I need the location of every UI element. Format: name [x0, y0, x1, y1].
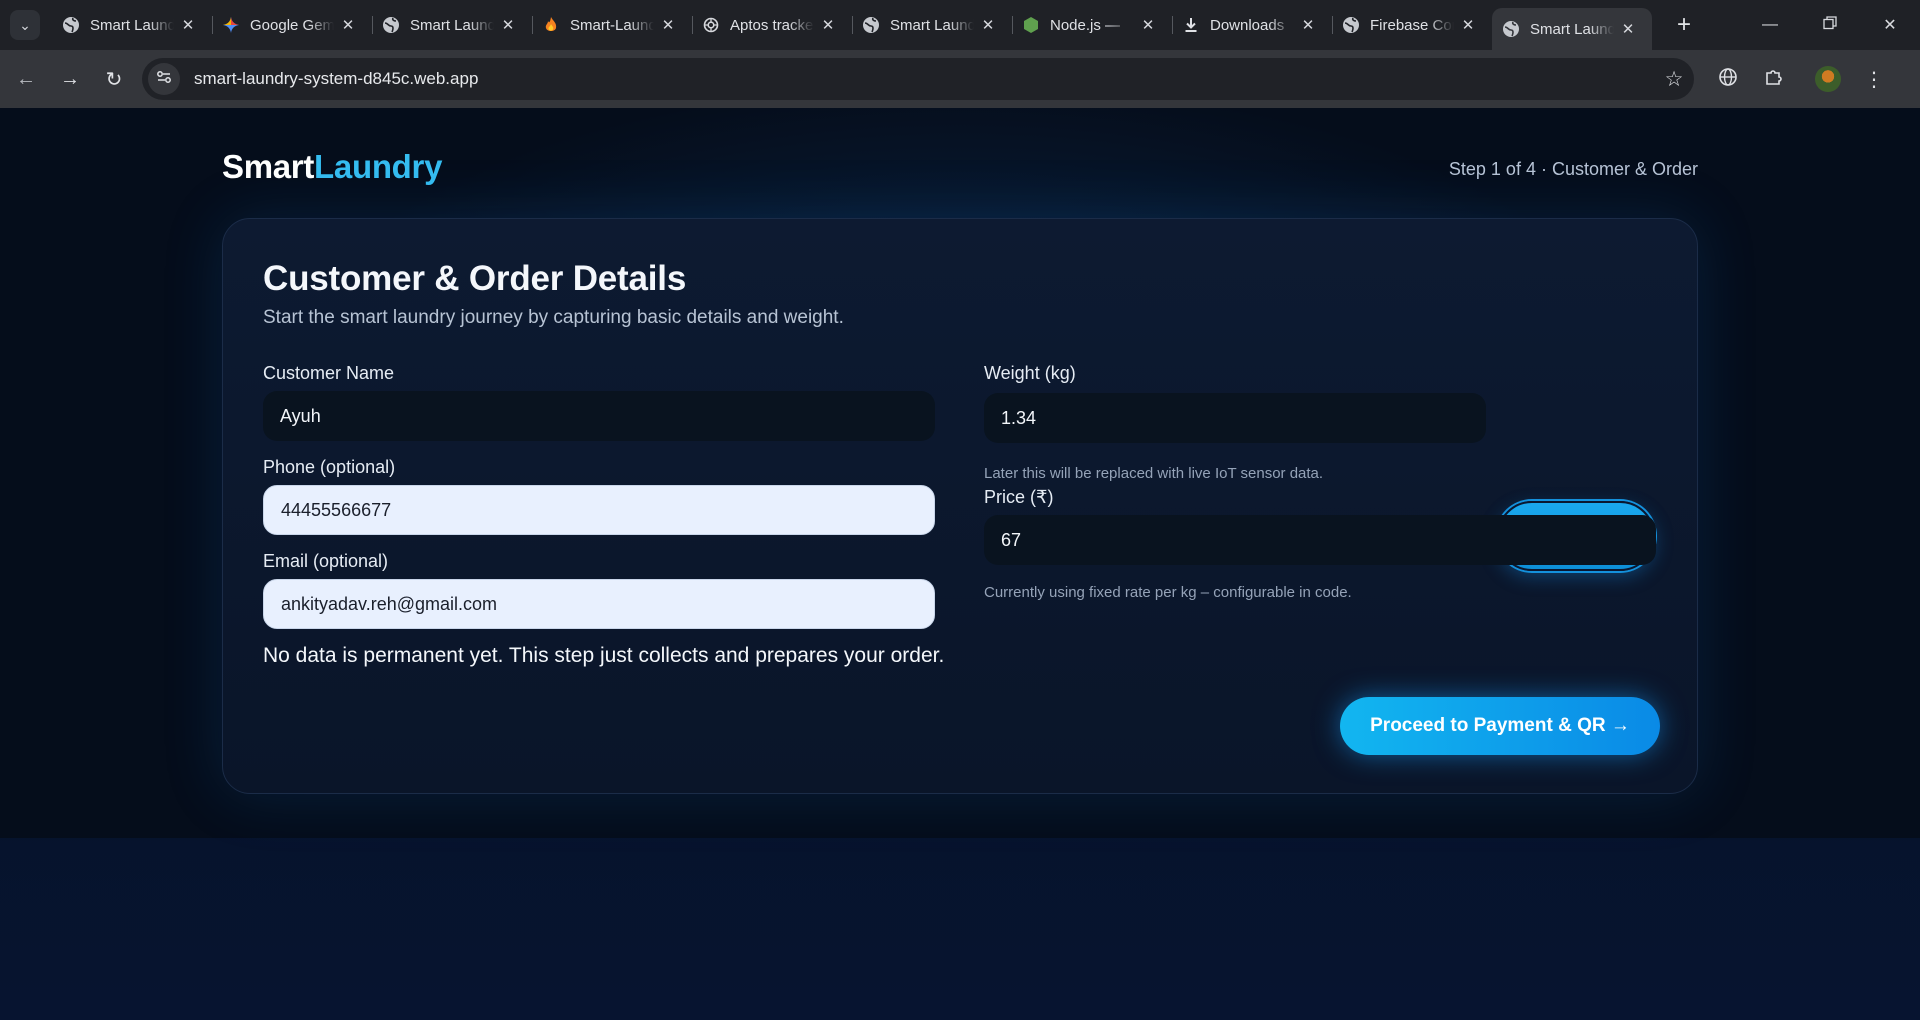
page-subtitle: Start the smart laundry journey by captu… [263, 307, 844, 328]
proceed-to-payment-button[interactable]: Proceed to Payment & QR → [1340, 697, 1660, 755]
download-icon [1182, 16, 1200, 34]
arrow-left-icon: ← [16, 67, 36, 90]
step-indicator: Step 1 of 4 · Customer & Order [1448, 159, 1698, 179]
url-text[interactable]: smart-laundry-system-d845c.web.app [194, 69, 1654, 89]
phone-label: Phone (optional) [263, 457, 396, 477]
restore-button[interactable] [1800, 0, 1860, 50]
close-window-button[interactable]: ✕ [1860, 0, 1920, 50]
kebab-menu-icon: ⋮ [1864, 68, 1884, 91]
globe-icon [862, 16, 880, 34]
info-note: No data is permanent yet. This step just… [263, 644, 945, 667]
close-icon[interactable]: ✕ [338, 16, 358, 34]
window-controls: — ✕ [1740, 0, 1920, 50]
email-input[interactable] [263, 579, 935, 629]
close-icon[interactable]: ✕ [658, 16, 678, 34]
address-bar[interactable]: smart-laundry-system-d845c.web.app ☆ [142, 58, 1694, 100]
price-label: Price (₹) [984, 487, 1054, 507]
tab-title: Smart Laundry [90, 16, 174, 34]
weight-input[interactable] [984, 393, 1486, 443]
puzzle-icon [1764, 67, 1784, 92]
browser-tab[interactable]: Aptos tracker ✕ [692, 0, 852, 50]
bookmark-button[interactable]: ☆ [1654, 67, 1694, 92]
browser-tab[interactable]: Smart Laundry ✕ [52, 0, 212, 50]
close-icon: ✕ [1883, 17, 1897, 34]
profile-button[interactable] [1808, 59, 1848, 99]
tune-icon [156, 69, 172, 90]
tab-title: Google Gemini [250, 16, 334, 34]
close-icon[interactable]: ✕ [818, 16, 838, 34]
close-icon[interactable]: ✕ [978, 16, 998, 34]
globe-icon [62, 16, 80, 34]
extensions-button[interactable] [1754, 59, 1794, 99]
firebase-icon [542, 16, 560, 34]
brand-logo: SmartLaundry [222, 148, 442, 186]
close-icon[interactable]: ✕ [178, 16, 198, 34]
globe-icon [382, 16, 400, 34]
tab-title: Downloads [1210, 16, 1285, 34]
tab-title: Firebase Console [1370, 16, 1454, 34]
close-icon[interactable]: ✕ [1618, 20, 1638, 38]
page-title: Customer & Order Details [263, 259, 687, 298]
gemini-icon [222, 16, 240, 34]
tab-title: Smart-Laundry [570, 16, 654, 34]
reload-icon: ↻ [105, 68, 123, 91]
tab-search-button[interactable]: ⌄ [10, 10, 40, 40]
browser-tab-active[interactable]: Smart Laundry ✕ [1492, 8, 1652, 50]
minimize-icon: — [1762, 16, 1778, 33]
globe-icon [1342, 16, 1360, 34]
arrow-right-icon: → [60, 67, 80, 90]
browser-tab[interactable]: Smart Laundry ✕ [852, 0, 1012, 50]
tab-title: Smart Laundry [1530, 20, 1614, 38]
phone-input[interactable] [263, 485, 935, 535]
tab-title: Aptos tracker [730, 16, 814, 34]
tab-title: Node.js — [1050, 16, 1121, 34]
weight-hint: Later this will be replaced with live Io… [984, 465, 1324, 482]
browser-tab[interactable]: Smart Laundry ✕ [372, 0, 532, 50]
star-icon: ☆ [1664, 67, 1684, 91]
browser-tab[interactable]: Node.js — ✕ [1012, 0, 1172, 50]
brand-text-smart: Smart [222, 148, 315, 185]
translate-button[interactable] [1708, 59, 1748, 99]
minimize-button[interactable]: — [1740, 0, 1800, 50]
tab-title: Smart Laundry [890, 16, 974, 34]
globe-icon [1502, 20, 1520, 38]
customer-name-label: Customer Name [263, 363, 395, 383]
openai-icon [702, 16, 720, 34]
close-icon[interactable]: ✕ [1138, 16, 1158, 34]
browser-tab[interactable]: Firebase Console ✕ [1332, 0, 1492, 50]
restore-icon [1823, 15, 1837, 35]
avatar [1815, 66, 1841, 92]
browser-toolbar: ← → ↻ smart-laundry-system-d845c.web.app… [0, 50, 1920, 108]
browser-tab[interactable]: Downloads ✕ [1172, 0, 1332, 50]
app-container: SmartLaundry Step 1 of 4 · Customer & Or… [0, 108, 1920, 838]
price-input[interactable] [984, 515, 1656, 565]
tab-strip: ⌄ Smart Laundry ✕ Google Gemini ✕ Smart … [0, 0, 1920, 50]
new-tab-button[interactable]: + [1666, 7, 1702, 43]
chevron-down-icon: ⌄ [19, 16, 31, 33]
close-icon[interactable]: ✕ [1458, 16, 1478, 34]
customer-name-input[interactable] [263, 391, 935, 441]
globe-icon [1718, 67, 1738, 92]
page-viewport: SmartLaundry Step 1 of 4 · Customer & Or… [0, 108, 1920, 1020]
close-icon[interactable]: ✕ [1298, 16, 1318, 34]
site-info-button[interactable] [148, 63, 180, 95]
back-button[interactable]: ← [6, 59, 46, 99]
menu-button[interactable]: ⋮ [1854, 59, 1894, 99]
weight-label: Weight (kg) [984, 363, 1076, 383]
price-hint: Currently using fixed rate per kg – conf… [984, 584, 1352, 601]
brand-text-laundry: Laundry [314, 148, 443, 185]
order-form-card: Customer & Order Details Start the smart… [222, 218, 1698, 794]
browser-tab[interactable]: Smart-Laundry ✕ [532, 0, 692, 50]
close-icon[interactable]: ✕ [498, 16, 518, 34]
tab-title: Smart Laundry [410, 16, 494, 34]
plus-icon: + [1676, 11, 1691, 38]
email-label: Email (optional) [263, 551, 389, 571]
forward-button[interactable]: → [50, 59, 90, 99]
browser-tab[interactable]: Google Gemini ✕ [212, 0, 372, 50]
nodejs-icon [1022, 16, 1040, 34]
reload-button[interactable]: ↻ [94, 59, 134, 99]
